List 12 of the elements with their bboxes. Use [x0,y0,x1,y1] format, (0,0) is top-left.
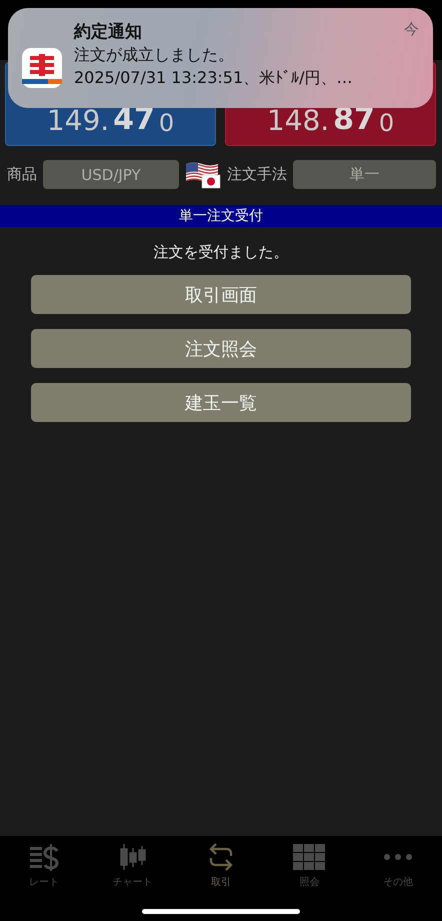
price-text: 148. [266,107,330,135]
product-label: 商品 [7,165,37,184]
price-fraction: 0 [158,111,174,135]
notification-detail: 2025/07/31 13:23:51、米ﾄﾞﾙ/円、… [74,68,354,89]
notification-time: 今 [404,20,419,40]
notification-message: 注文が成立しました。 [74,45,235,66]
order-method-label: 注文手法 [227,165,287,184]
price-text: 149. [46,107,110,135]
price-fraction: 0 [378,111,394,135]
notification-title: 約定通知 [74,21,142,43]
status-message: 注文を受付ました。 [152,243,290,262]
section-title-bar: 単一注文受付 [0,205,442,227]
